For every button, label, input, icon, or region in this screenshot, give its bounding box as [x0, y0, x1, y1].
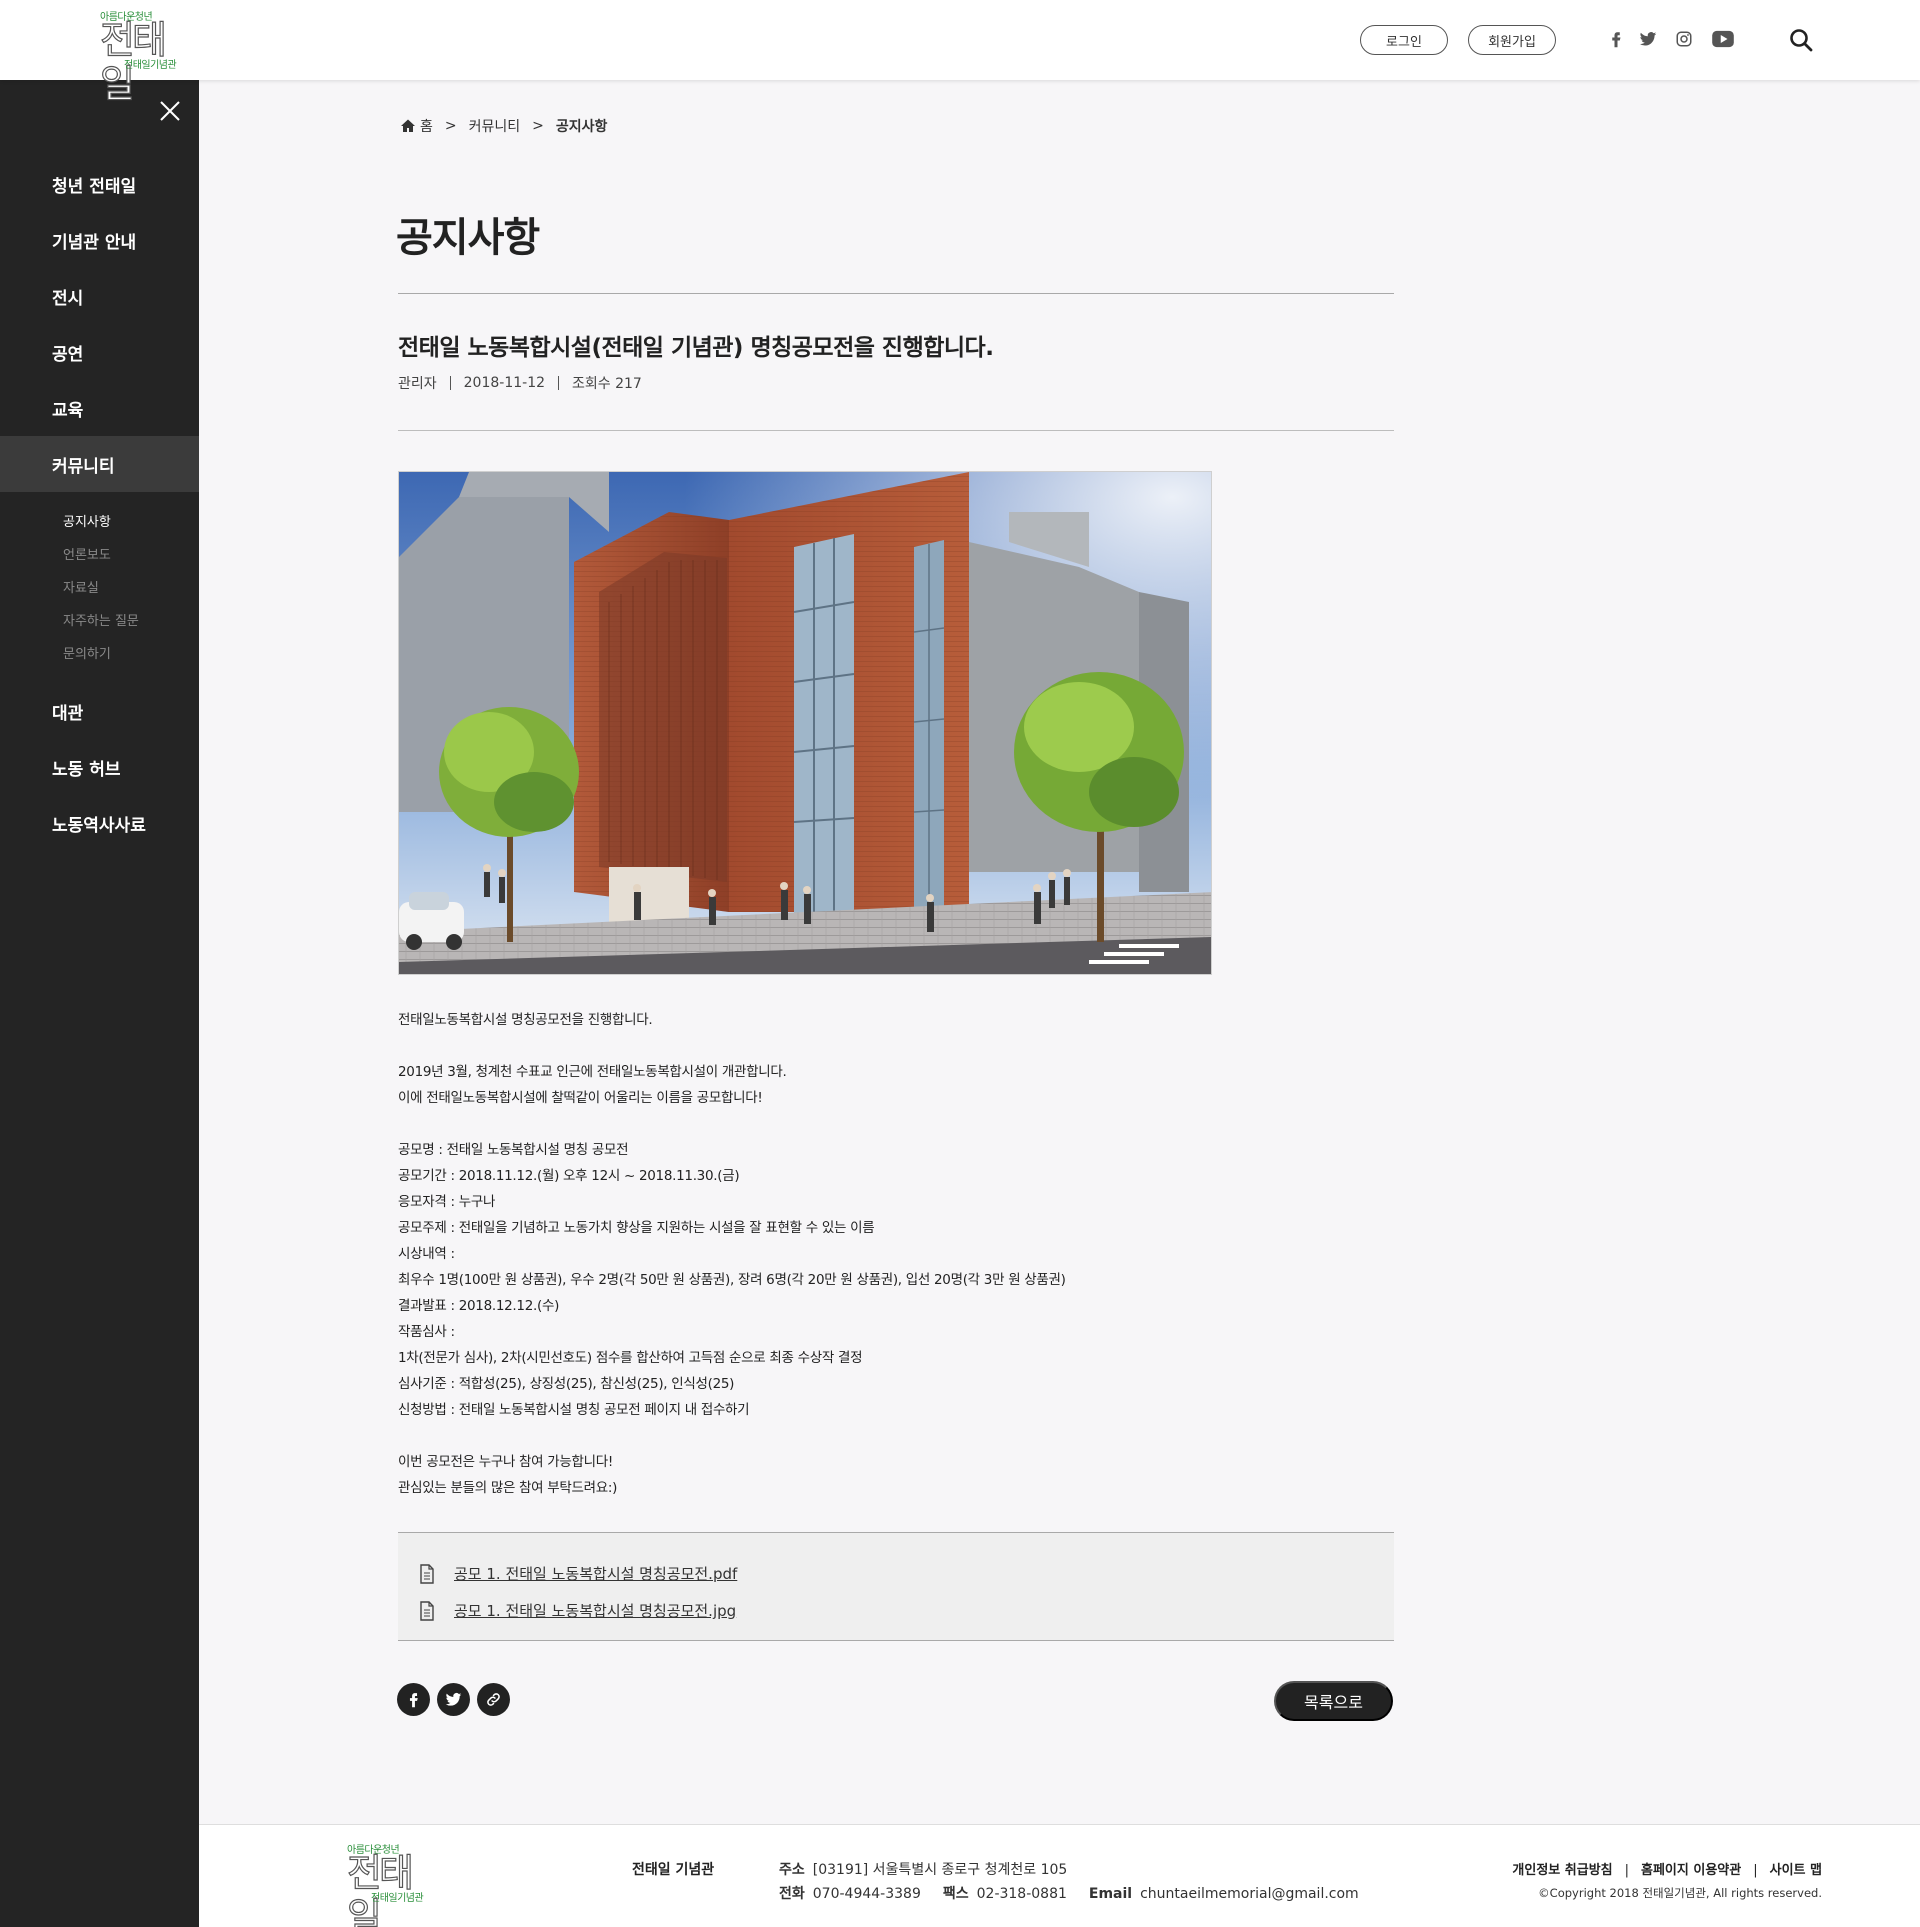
youtube-icon[interactable] — [1710, 28, 1736, 50]
subnav-item-faq[interactable]: 자주하는 질문 — [0, 603, 199, 636]
share-link-icon[interactable] — [477, 1683, 510, 1716]
tel-value: 070-4944-3389 — [812, 1886, 921, 1902]
subnav-item-press[interactable]: 언론보도 — [0, 537, 199, 570]
twitter-icon[interactable] — [1637, 28, 1659, 50]
address-value: [03191] 서울특별시 종로구 청계천로 105 — [812, 1862, 1068, 1878]
meta-divider-line — [398, 430, 1394, 431]
sidebar-item-labor-history[interactable]: 노동역사사료 — [0, 795, 199, 851]
breadcrumb-current: 공지사항 — [555, 119, 608, 135]
body-line: 관심있는 분들의 많은 참여 부탁드려요:) — [398, 1480, 618, 1496]
footer-contact: 전화 070-4944-3389 팩스 02-318-0881 Email chuntae… — [779, 1883, 1359, 1903]
address-label: 주소 — [779, 1862, 805, 1878]
share-twitter-icon[interactable] — [437, 1683, 470, 1716]
body-line: 신청방법 : 전태일 노동복합시설 명칭 공모전 페이지 내 접수하기 — [398, 1402, 750, 1418]
post-body: 전태일노동복합시설 명칭공모전을 진행합니다. 2019년 3월, 청계천 수표… — [398, 1007, 1394, 1501]
fax-value: 02-318-0881 — [976, 1886, 1067, 1902]
subnav-item-archive[interactable]: 자료실 — [0, 570, 199, 603]
footer-links: 개인정보 취급방침 | 홈페이지 이용약관 | 사이트 맵 — [1512, 1863, 1822, 1878]
breadcrumb-separator: > — [444, 118, 457, 134]
email-label: Email — [1088, 1886, 1133, 1902]
body-line: 공모명 : 전태일 노동복합시설 명칭 공모전 — [398, 1142, 629, 1158]
join-button[interactable]: 회원가입 — [1468, 25, 1556, 55]
file-icon — [420, 1563, 434, 1584]
sidebar-item-rental[interactable]: 대관 — [0, 683, 199, 739]
subnav-item-inquiry[interactable]: 문의하기 — [0, 636, 199, 669]
tel-label: 전화 — [779, 1886, 805, 1902]
sidebar-item-exhibition[interactable]: 전시 — [0, 268, 199, 324]
breadcrumb-separator: > — [532, 118, 544, 134]
post-title: 전태일 노동복합시설(전태일 기념관) 명칭공모전을 진행합니다. — [398, 335, 994, 361]
post-meta: 관리자 2018-11-12 조회수 217 — [398, 373, 642, 393]
body-line: 응모자격 : 누구나 — [398, 1194, 496, 1210]
building-rendering-image — [398, 471, 1212, 975]
sidebar-nav: 청년 전태일 기념관 안내 전시 공연 교육 커뮤니티 공지사항 언론보도 자료… — [0, 156, 199, 851]
sidebar-item-performance[interactable]: 공연 — [0, 324, 199, 380]
body-line: 결과발표 : 2018.12.12.(수) — [398, 1298, 560, 1314]
body-line: 작품심사 : — [398, 1324, 455, 1340]
body-line: 심사기준 : 적합성(25), 상징성(25), 참신성(25), 인식성(25… — [398, 1376, 735, 1392]
body-line: 이에 전태일노동복합시설에 찰떡같이 어울리는 이름을 공모합니다! — [398, 1090, 763, 1106]
footer-org-name: 전태일 기념관 — [632, 1862, 715, 1878]
instagram-icon[interactable] — [1673, 28, 1695, 50]
search-icon[interactable] — [1788, 27, 1814, 53]
site-logo[interactable]: 아름다운청년 전태일 전태일기념관 — [99, 8, 180, 107]
site-footer: 아름다운청년 전태일 전태일기념관 전태일 기념관 주소 [03191] 서울특별… — [199, 1824, 1920, 1927]
footer-address: 주소 [03191] 서울특별시 종로구 청계천로 105 — [779, 1859, 1067, 1879]
facebook-icon[interactable] — [1605, 28, 1627, 50]
terms-link[interactable]: 홈페이지 이용약관 — [1641, 1863, 1741, 1878]
body-line: 공모주제 : 전태일을 기념하고 노동가치 향상을 지원하는 시설을 잘 표현할… — [398, 1220, 875, 1236]
sidebar-item-youth[interactable]: 청년 전태일 — [0, 156, 199, 212]
footer-logo[interactable]: 아름다운청년 전태일 전태일기념관 — [346, 1841, 427, 1927]
body-line: 2019년 3월, 청계천 수표교 인근에 전태일노동복합시설이 개관합니다. — [398, 1064, 787, 1080]
post-author: 관리자 — [398, 376, 437, 392]
subnav-item-notice[interactable]: 공지사항 — [0, 504, 199, 537]
home-icon[interactable] — [400, 118, 416, 134]
attachment-link-jpg[interactable]: 공모 1. 전태일 노동복합시설 명칭공모전.jpg — [454, 1600, 736, 1621]
breadcrumb: 홈 > 커뮤니티 > 공지사항 — [400, 116, 607, 136]
sidebar-item-labor-hub[interactable]: 노동 허브 — [0, 739, 199, 795]
login-button[interactable]: 로그인 — [1360, 25, 1448, 55]
community-subnav: 공지사항 언론보도 자료실 자주하는 질문 문의하기 — [0, 492, 199, 683]
body-line: 이번 공모전은 누구나 참여 가능합니다! — [398, 1454, 613, 1470]
share-facebook-icon[interactable] — [397, 1683, 430, 1716]
body-line: 전태일노동복합시설 명칭공모전을 진행합니다. — [398, 1012, 653, 1028]
logo-sub-text: 전태일기념관 — [124, 60, 177, 71]
site-header: 아름다운청년 전태일 전태일기념관 로그인 회원가입 — [0, 0, 1920, 107]
back-to-list-button[interactable]: 목록으로 — [1274, 1681, 1393, 1721]
meta-divider — [449, 376, 451, 390]
page-title: 공지사항 — [396, 214, 540, 261]
title-divider — [398, 293, 1394, 294]
email-value[interactable]: chuntaeilmemorial@gmail.com — [1140, 1886, 1359, 1902]
post-views: 조회수 217 — [572, 376, 642, 392]
post-date: 2018-11-12 — [463, 375, 546, 391]
body-line: 공모기간 : 2018.11.12.(월) 오후 12시 ~ 2018.11.3… — [398, 1168, 740, 1184]
privacy-policy-link[interactable]: 개인정보 취급방침 — [1512, 1863, 1612, 1878]
copyright: ©Copyright 2018 전태일기념관, All rights reser… — [1538, 1886, 1822, 1900]
meta-divider — [558, 376, 560, 390]
attachments-box: 공모 1. 전태일 노동복합시설 명칭공모전.pdf 공모 1. 전태일 노동복… — [398, 1532, 1394, 1641]
body-line: 1차(전문가 심사), 2차(시민선호도) 점수를 합산하여 고득점 순으로 최… — [398, 1350, 863, 1366]
sidebar: 청년 전태일 기념관 안내 전시 공연 교육 커뮤니티 공지사항 언론보도 자료… — [0, 80, 199, 1927]
sidebar-item-about[interactable]: 기념관 안내 — [0, 212, 199, 268]
attachment-item: 공모 1. 전태일 노동복합시설 명칭공모전.pdf — [418, 1555, 1394, 1592]
file-icon — [420, 1600, 434, 1621]
body-line: 최우수 1명(100만 원 상품권), 우수 2명(각 50만 원 상품권), … — [398, 1272, 1066, 1288]
body-line: 시상내역 : — [398, 1246, 455, 1262]
logo-sub-text: 전태일기념관 — [371, 1893, 424, 1904]
sitemap-link[interactable]: 사이트 맵 — [1770, 1863, 1822, 1878]
attachment-item: 공모 1. 전태일 노동복합시설 명칭공모전.jpg — [418, 1592, 1394, 1629]
fax-label: 팩스 — [942, 1886, 969, 1902]
breadcrumb-home[interactable]: 홈 — [420, 116, 433, 136]
sidebar-item-education[interactable]: 교육 — [0, 380, 199, 436]
breadcrumb-section[interactable]: 커뮤니티 — [469, 116, 521, 136]
sidebar-item-community[interactable]: 커뮤니티 — [0, 436, 199, 492]
attachment-link-pdf[interactable]: 공모 1. 전태일 노동복합시설 명칭공모전.pdf — [454, 1563, 737, 1584]
